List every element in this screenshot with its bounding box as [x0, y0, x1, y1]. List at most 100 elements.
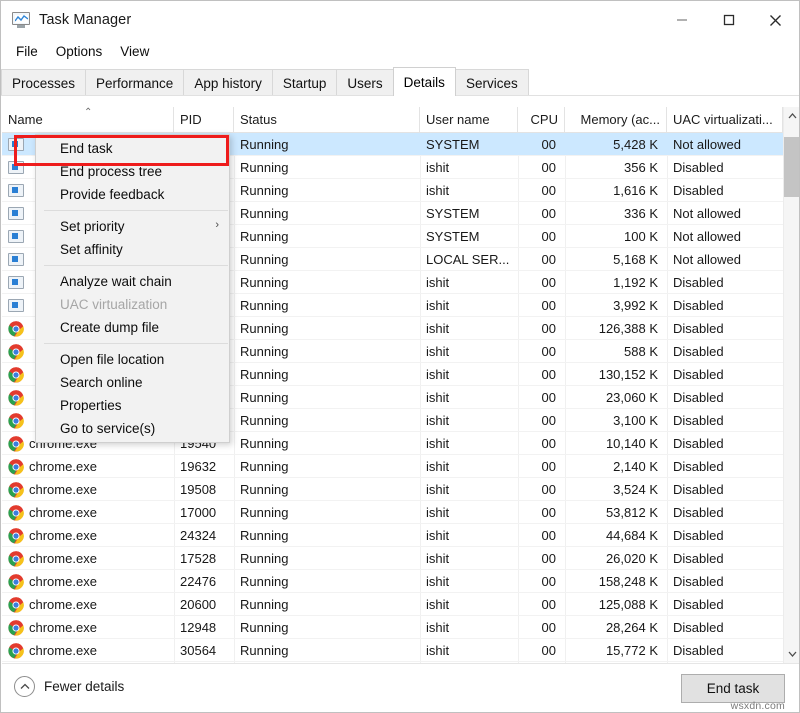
tab-details[interactable]: Details — [393, 67, 456, 96]
table-row[interactable]: chrome.exe19508Runningishit003,524 KDisa… — [2, 478, 783, 501]
cell-memory: 26,020 K — [565, 547, 667, 569]
menu-item-options[interactable]: Options — [47, 42, 112, 61]
task-manager-window: Task Manager FileOptionsView ProcessesPe… — [0, 0, 800, 713]
table-row[interactable]: chrome.exe20600Runningishit00125,088 KDi… — [2, 593, 783, 616]
cell-pid: 20600 — [174, 593, 234, 615]
cell-status: Running — [234, 294, 420, 316]
cell-memory: 5,428 K — [565, 133, 667, 155]
context-menu-separator — [44, 210, 228, 211]
cell-uac: Disabled — [667, 156, 783, 178]
cell-cpu: 00 — [518, 133, 565, 155]
table-row[interactable]: chrome.exe17000Runningishit0053,812 KDis… — [2, 501, 783, 524]
cell-cpu: 00 — [518, 478, 565, 500]
cell-cpu: 00 — [518, 317, 565, 339]
context-menu-item-end-task[interactable]: End task — [36, 137, 229, 160]
cell-memory: 356 K — [565, 156, 667, 178]
cell-name: chrome.exe — [2, 616, 174, 638]
chevron-up-circle-icon — [14, 676, 35, 697]
cell-uac: Disabled — [667, 294, 783, 316]
cell-user: ishit — [420, 432, 518, 454]
cell-status: Running — [234, 639, 420, 661]
context-menu-item-set-affinity[interactable]: Set affinity — [36, 238, 229, 261]
close-icon[interactable] — [752, 1, 799, 39]
column-header-uac-virtualizati[interactable]: UAC virtualizati... — [667, 107, 783, 132]
context-menu-item-go-to-service-s[interactable]: Go to service(s) — [36, 417, 229, 440]
tab-services[interactable]: Services — [455, 69, 529, 96]
cell-name: chrome.exe — [2, 524, 174, 546]
context-menu-item-label: Search online — [60, 375, 143, 390]
cell-user: ishit — [420, 616, 518, 638]
context-menu-item-properties[interactable]: Properties — [36, 394, 229, 417]
minimize-icon[interactable] — [658, 1, 705, 39]
scroll-down-arrow[interactable] — [784, 645, 799, 663]
column-header-memory-ac[interactable]: Memory (ac... — [565, 107, 667, 132]
cell-status: Running — [234, 547, 420, 569]
tab-users[interactable]: Users — [336, 69, 393, 96]
cell-user: ishit — [420, 294, 518, 316]
cell-status: Running — [234, 478, 420, 500]
cell-status: Running — [234, 501, 420, 523]
cell-uac: Disabled — [667, 616, 783, 638]
status-bar: Fewer details End task wsxdn.com — [2, 663, 799, 713]
scroll-up-arrow[interactable] — [784, 107, 799, 125]
context-menu-item-set-priority[interactable]: Set priority› — [36, 215, 229, 238]
column-header-status[interactable]: Status — [234, 107, 420, 132]
context-menu-item-end-process-tree[interactable]: End process tree — [36, 160, 229, 183]
menu-item-view[interactable]: View — [111, 42, 158, 61]
context-menu-item-analyze-wait-chain[interactable]: Analyze wait chain — [36, 270, 229, 293]
cell-status: Running — [234, 432, 420, 454]
vertical-scrollbar[interactable] — [783, 107, 799, 663]
cell-user: ishit — [420, 501, 518, 523]
scrollbar-thumb[interactable] — [784, 137, 799, 197]
table-row[interactable]: chrome.exe22476Runningishit00158,248 KDi… — [2, 570, 783, 593]
window-title: Task Manager — [39, 12, 131, 28]
tab-app-history[interactable]: App history — [183, 69, 273, 96]
maximize-icon[interactable] — [705, 1, 752, 39]
process-context-menu[interactable]: End taskEnd process treeProvide feedback… — [35, 134, 230, 443]
cell-memory: 3,100 K — [565, 409, 667, 431]
cell-user: ishit — [420, 156, 518, 178]
cell-user: SYSTEM — [420, 133, 518, 155]
cell-status: Running — [234, 386, 420, 408]
tab-startup[interactable]: Startup — [272, 69, 338, 96]
task-manager-icon — [12, 12, 30, 28]
cell-memory: 3,992 K — [565, 294, 667, 316]
table-row[interactable]: chrome.exe17528Runningishit0026,020 KDis… — [2, 547, 783, 570]
column-header-user-name[interactable]: User name — [420, 107, 518, 132]
tab-performance[interactable]: Performance — [85, 69, 184, 96]
cell-pid: 12948 — [174, 616, 234, 638]
cell-pid: 22476 — [174, 570, 234, 592]
context-menu-item-provide-feedback[interactable]: Provide feedback — [36, 183, 229, 206]
cell-uac: Disabled — [667, 501, 783, 523]
cell-memory: 3,524 K — [565, 478, 667, 500]
cell-status: Running — [234, 225, 420, 247]
column-header-cpu[interactable]: CPU — [518, 107, 565, 132]
context-menu-item-label: Create dump file — [60, 320, 159, 335]
context-menu-item-label: Set affinity — [60, 242, 123, 257]
table-row[interactable]: chrome.exe19632Runningishit002,140 KDisa… — [2, 455, 783, 478]
cell-memory: 53,812 K — [565, 501, 667, 523]
cell-uac: Disabled — [667, 432, 783, 454]
cell-memory: 1,616 K — [565, 179, 667, 201]
cell-user: ishit — [420, 593, 518, 615]
table-row[interactable]: chrome.exe24324Runningishit0044,684 KDis… — [2, 524, 783, 547]
fewer-details-button[interactable]: Fewer details — [14, 676, 124, 697]
menu-item-file[interactable]: File — [7, 42, 47, 61]
cell-status: Running — [234, 248, 420, 270]
context-menu-item-open-file-location[interactable]: Open file location — [36, 348, 229, 371]
cell-cpu: 00 — [518, 340, 565, 362]
tab-processes[interactable]: Processes — [1, 69, 86, 96]
table-row[interactable]: chrome.exe12948Runningishit0028,264 KDis… — [2, 616, 783, 639]
table-row[interactable]: chrome.exe30564Runningishit0015,772 KDis… — [2, 639, 783, 662]
cell-user: ishit — [420, 179, 518, 201]
cell-memory: 100 K — [565, 225, 667, 247]
context-menu-item-create-dump-file[interactable]: Create dump file — [36, 316, 229, 339]
cell-status: Running — [234, 363, 420, 385]
context-menu-item-search-online[interactable]: Search online — [36, 371, 229, 394]
end-task-button[interactable]: End task — [681, 674, 785, 703]
column-header-pid[interactable]: PID — [174, 107, 234, 132]
tab-strip: ProcessesPerformanceApp historyStartupUs… — [1, 64, 799, 105]
sort-ascending-icon: ⌃ — [84, 108, 92, 118]
cell-memory: 44,684 K — [565, 524, 667, 546]
cell-uac: Disabled — [667, 317, 783, 339]
